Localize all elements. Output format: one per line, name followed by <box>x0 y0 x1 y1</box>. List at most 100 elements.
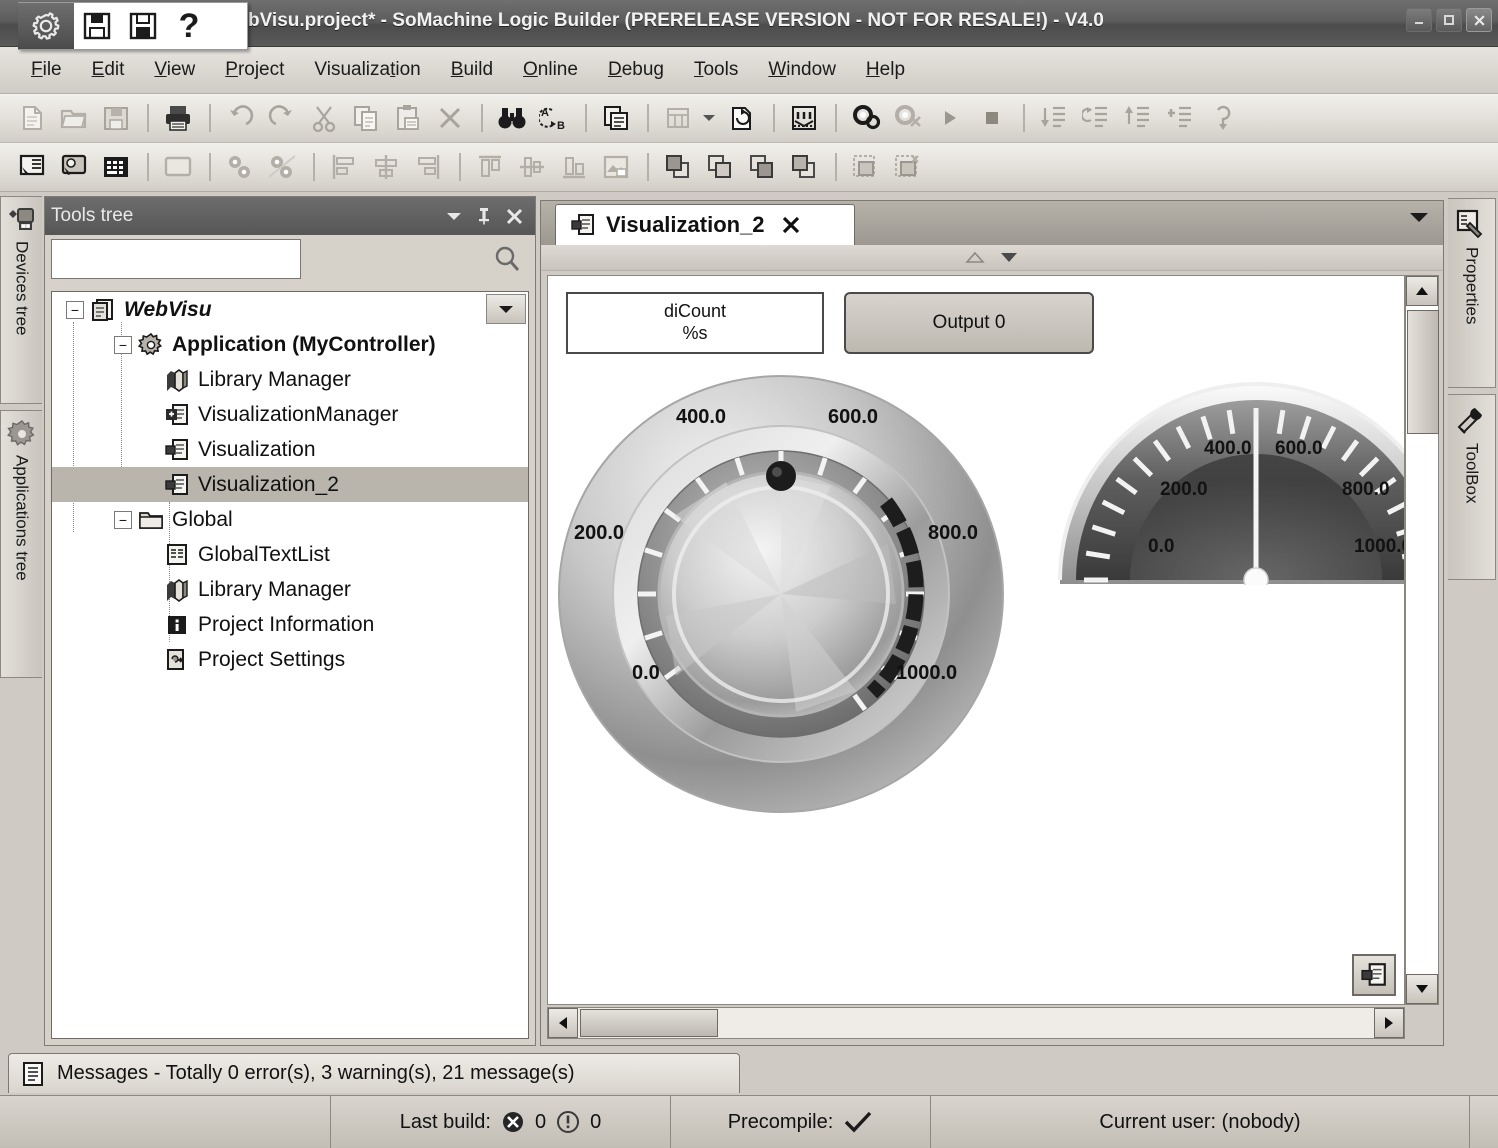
deselect-group-button[interactable] <box>888 147 928 187</box>
search-input[interactable] <box>51 239 301 279</box>
vertical-scroll-thumb[interactable] <box>1407 310 1439 434</box>
menu-file[interactable]: File <box>16 55 77 85</box>
background-button[interactable] <box>596 147 636 187</box>
panel-menu-button[interactable] <box>439 201 469 231</box>
tree-toggle-webvisu[interactable]: − <box>66 300 84 319</box>
select-group-button[interactable] <box>846 147 886 187</box>
align-middle-button[interactable] <box>512 147 552 187</box>
rectangle-button[interactable] <box>158 147 198 187</box>
bring-forward-button[interactable] <box>742 147 782 187</box>
menu-build[interactable]: Build <box>436 55 508 85</box>
tab-close-button[interactable] <box>781 215 801 235</box>
menu-view[interactable]: View <box>139 55 210 85</box>
sidebar-tab-devices-tree[interactable]: Devices tree <box>0 196 42 404</box>
close-button[interactable] <box>1466 8 1492 32</box>
align-center-button[interactable] <box>366 147 406 187</box>
tools-tree[interactable]: − WebVisu − Application (MyController) L… <box>51 291 529 1039</box>
sidebar-tab-applications-tree[interactable]: Applications tree <box>0 410 42 678</box>
scroll-left-button[interactable] <box>548 1008 578 1038</box>
grid-dropdown-caret[interactable] <box>700 98 718 138</box>
menu-tools[interactable]: Tools <box>679 55 753 85</box>
menu-online[interactable]: Online <box>508 55 593 85</box>
keyboard-config-button[interactable] <box>96 147 136 187</box>
application-logo[interactable] <box>18 3 74 49</box>
run-to-cursor-button[interactable] <box>1160 98 1200 138</box>
scroll-down-hint-button[interactable] <box>999 251 1019 264</box>
delete-button[interactable] <box>430 98 470 138</box>
editor-vertical-scrollbar[interactable] <box>1405 275 1439 1005</box>
step-out-button[interactable] <box>1118 98 1158 138</box>
copy-button[interactable] <box>346 98 386 138</box>
tree-toggle-global[interactable]: − <box>114 510 132 529</box>
menu-window[interactable]: Window <box>753 55 851 85</box>
widget-output-button[interactable]: Output 0 <box>844 292 1094 354</box>
replace-button[interactable]: AB <box>534 98 574 138</box>
tree-toggle-application[interactable]: − <box>114 335 132 354</box>
sidebar-tab-properties[interactable]: Properties <box>1448 198 1496 388</box>
tree-item-global[interactable]: − Global <box>52 502 528 537</box>
tree-item-library-manager-app[interactable]: Library Manager <box>52 362 528 397</box>
grid-button[interactable] <box>658 98 698 138</box>
tree-item-visualizationmanager[interactable]: VisualizationManager <box>52 397 528 432</box>
set-next-statement-button[interactable] <box>1202 98 1242 138</box>
print-button[interactable] <box>158 98 198 138</box>
menu-edit[interactable]: Edit <box>77 55 140 85</box>
visualization-canvas[interactable]: diCount %s Output 0 0.0 200.0 400.0 600.… <box>547 275 1405 1005</box>
undo-button[interactable] <box>220 98 260 138</box>
tree-item-library-manager-global[interactable]: Library Manager <box>52 572 528 607</box>
interface-editor-button[interactable] <box>12 147 52 187</box>
tree-item-visualization[interactable]: Visualization <box>52 432 528 467</box>
gauge-round-knob[interactable]: 0.0 200.0 400.0 600.0 800.0 1000.0 <box>556 366 1006 816</box>
properties-button[interactable] <box>596 98 636 138</box>
start-button[interactable] <box>930 98 970 138</box>
menu-project[interactable]: Project <box>210 55 299 85</box>
align-top-button[interactable] <box>470 147 510 187</box>
horizontal-scroll-thumb[interactable] <box>580 1009 718 1037</box>
window-resize-grip[interactable] <box>1469 1096 1498 1148</box>
status-cell-current-user[interactable]: Current user: (nobody) <box>930 1096 1469 1148</box>
step-into-button[interactable] <box>1034 98 1074 138</box>
tree-item-visualization-2[interactable]: Visualization_2 <box>52 467 528 502</box>
refactor-button[interactable] <box>722 98 762 138</box>
tab-visualization-2[interactable]: Visualization_2 <box>555 204 855 245</box>
messages-panel-tab[interactable]: Messages - Totally 0 error(s), 3 warning… <box>8 1053 740 1093</box>
quick-save-button[interactable] <box>74 3 120 49</box>
align-bottom-button[interactable] <box>554 147 594 187</box>
scroll-up-button[interactable] <box>1406 276 1438 306</box>
quick-help-button[interactable]: ? <box>166 3 212 49</box>
editor-horizontal-scrollbar[interactable] <box>547 1007 1405 1039</box>
tabstrip-dropdown-button[interactable] <box>1409 211 1429 223</box>
search-magnifier-icon[interactable] <box>491 243 523 275</box>
tree-item-project-settings[interactable]: Project Settings <box>52 642 528 677</box>
open-file-button[interactable] <box>54 98 94 138</box>
visualization-editor-button[interactable] <box>54 147 94 187</box>
find-button[interactable] <box>492 98 532 138</box>
tree-item-globaltextlist[interactable]: GlobalTextList <box>52 537 528 572</box>
gauge-speedometer[interactable]: 0.0 200.0 400.0 600.0 800.0 1000.0 <box>1054 380 1404 585</box>
widget-dicount-textbox[interactable]: diCount %s <box>566 292 824 354</box>
tree-dropdown-button[interactable] <box>486 294 526 324</box>
paste-button[interactable] <box>388 98 428 138</box>
logout-button[interactable] <box>888 98 928 138</box>
send-to-back-button[interactable] <box>700 147 740 187</box>
download-button[interactable] <box>784 98 824 138</box>
maximize-button[interactable] <box>1436 8 1462 32</box>
sidebar-tab-toolbox[interactable]: ToolBox <box>1448 394 1496 580</box>
menu-debug[interactable]: Debug <box>593 55 679 85</box>
status-cell-last-build[interactable]: Last build: 0 0 <box>330 1096 670 1148</box>
menu-visualization[interactable]: Visualization <box>299 55 435 85</box>
quick-save-all-button[interactable] <box>120 3 166 49</box>
menu-help[interactable]: Help <box>851 55 920 85</box>
bring-to-front-button[interactable] <box>658 147 698 187</box>
tree-item-project-information[interactable]: Project Information <box>52 607 528 642</box>
minimize-button[interactable] <box>1406 8 1432 32</box>
panel-pin-button[interactable] <box>469 201 499 231</box>
canvas-visualization-button[interactable] <box>1352 954 1396 996</box>
panel-close-button[interactable] <box>499 201 529 231</box>
cut-button[interactable] <box>304 98 344 138</box>
redo-button[interactable] <box>262 98 302 138</box>
ungroup-button[interactable] <box>262 147 302 187</box>
scroll-up-hint-button[interactable] <box>965 251 985 264</box>
new-file-button[interactable] <box>12 98 52 138</box>
scroll-right-button[interactable] <box>1374 1008 1404 1038</box>
